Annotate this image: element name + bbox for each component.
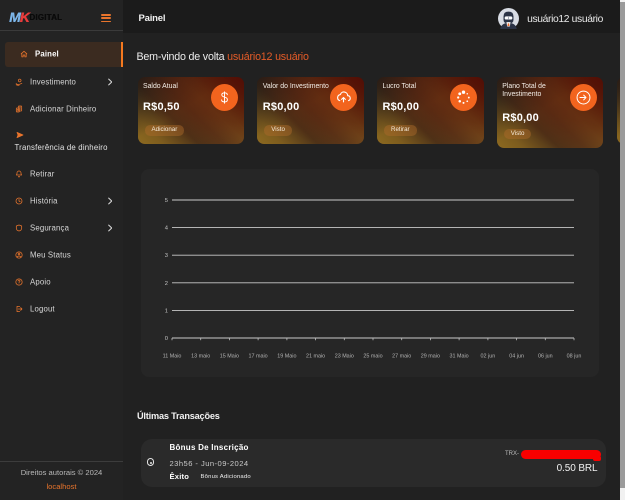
svg-text:04 jun: 04 jun — [509, 354, 524, 360]
svg-text:31 Maio: 31 Maio — [450, 354, 469, 360]
svg-text:29 maio: 29 maio — [421, 354, 440, 360]
svg-text:13 maio: 13 maio — [191, 354, 210, 360]
svg-text:02 jun: 02 jun — [481, 354, 496, 360]
svg-text:3: 3 — [165, 253, 168, 259]
svg-text:27 maio: 27 maio — [392, 354, 411, 360]
svg-text:5: 5 — [165, 198, 168, 204]
svg-text:2: 2 — [165, 281, 168, 287]
svg-text:11 Maio: 11 Maio — [163, 354, 182, 360]
svg-text:17 maio: 17 maio — [249, 354, 268, 360]
svg-text:19 Maio: 19 Maio — [277, 354, 296, 360]
svg-text:0: 0 — [165, 336, 168, 342]
svg-text:08 jun: 08 jun — [567, 354, 582, 360]
svg-text:23 Maio: 23 Maio — [335, 354, 354, 360]
svg-text:1: 1 — [165, 308, 168, 314]
svg-text:25 maio: 25 maio — [363, 354, 382, 360]
svg-text:4: 4 — [165, 226, 169, 232]
svg-text:21 maio: 21 maio — [306, 354, 325, 360]
svg-text:15 Maio: 15 Maio — [220, 354, 239, 360]
svg-text:06 jun: 06 jun — [538, 354, 553, 360]
